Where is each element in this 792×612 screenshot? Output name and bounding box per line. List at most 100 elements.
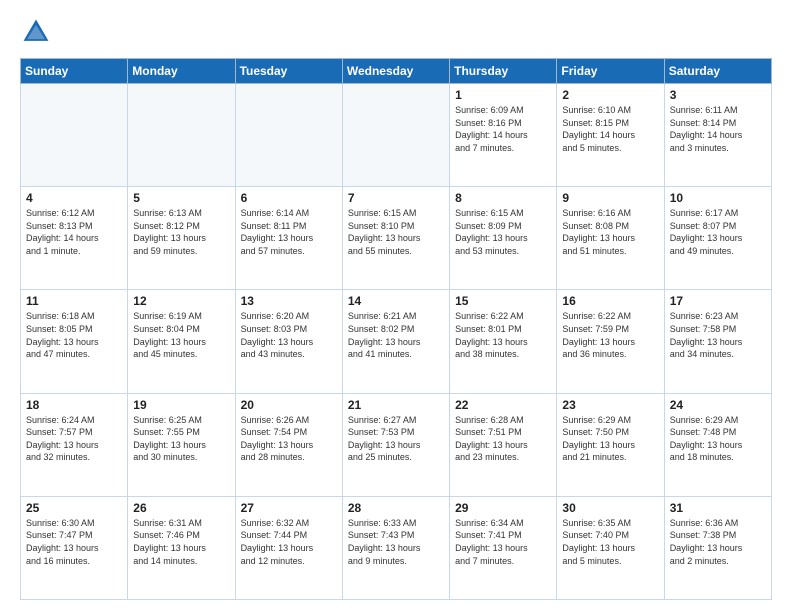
calendar-cell: 18 Sunrise: 6:24 AMSunset: 7:57 PMDayligh… (21, 393, 128, 496)
calendar-week-2: 4 Sunrise: 6:12 AMSunset: 8:13 PMDaylight… (21, 187, 772, 290)
day-detail: Sunrise: 6:25 AMSunset: 7:55 PMDaylight:… (133, 414, 229, 464)
calendar-cell: 8 Sunrise: 6:15 AMSunset: 8:09 PMDaylight… (450, 187, 557, 290)
day-number: 8 (455, 191, 551, 205)
calendar-col-sunday: Sunday (21, 59, 128, 84)
calendar-cell: 13 Sunrise: 6:20 AMSunset: 8:03 PMDayligh… (235, 290, 342, 393)
day-detail: Sunrise: 6:28 AMSunset: 7:51 PMDaylight:… (455, 414, 551, 464)
calendar-table: SundayMondayTuesdayWednesdayThursdayFrid… (20, 58, 772, 600)
day-detail: Sunrise: 6:22 AMSunset: 8:01 PMDaylight:… (455, 310, 551, 360)
day-detail: Sunrise: 6:30 AMSunset: 7:47 PMDaylight:… (26, 517, 122, 567)
calendar-cell: 17Sunrise: 6:23 AMSunset: 7:58 PMDayligh… (664, 290, 771, 393)
day-detail: Sunrise: 6:29 AMSunset: 7:50 PMDaylight:… (562, 414, 658, 464)
calendar-col-friday: Friday (557, 59, 664, 84)
calendar-cell: 14 Sunrise: 6:21 AMSunset: 8:02 PMDayligh… (342, 290, 449, 393)
day-number: 14 (348, 294, 444, 308)
day-number: 28 (348, 501, 444, 515)
day-detail: Sunrise: 6:17 AMSunset: 8:07 PMDaylight:… (670, 207, 766, 257)
day-number: 17 (670, 294, 766, 308)
day-number: 29 (455, 501, 551, 515)
calendar-cell: 12 Sunrise: 6:19 AMSunset: 8:04 PMDayligh… (128, 290, 235, 393)
day-detail: Sunrise: 6:21 AMSunset: 8:02 PMDaylight:… (348, 310, 444, 360)
day-detail: Sunrise: 6:20 AMSunset: 8:03 PMDaylight:… (241, 310, 337, 360)
day-number: 20 (241, 398, 337, 412)
day-number: 19 (133, 398, 229, 412)
day-detail: Sunrise: 6:22 AMSunset: 7:59 PMDaylight:… (562, 310, 658, 360)
calendar-week-1: 1 Sunrise: 6:09 AMSunset: 8:16 PMDaylight… (21, 84, 772, 187)
day-detail: Sunrise: 6:14 AMSunset: 8:11 PMDaylight:… (241, 207, 337, 257)
day-detail: Sunrise: 6:10 AMSunset: 8:15 PMDaylight:… (562, 104, 658, 154)
day-number: 7 (348, 191, 444, 205)
calendar-cell (128, 84, 235, 187)
day-detail: Sunrise: 6:33 AMSunset: 7:43 PMDaylight:… (348, 517, 444, 567)
calendar-cell: 22 Sunrise: 6:28 AMSunset: 7:51 PMDayligh… (450, 393, 557, 496)
calendar-cell: 27Sunrise: 6:32 AMSunset: 7:44 PMDayligh… (235, 496, 342, 599)
day-detail: Sunrise: 6:13 AMSunset: 8:12 PMDaylight:… (133, 207, 229, 257)
calendar-cell (21, 84, 128, 187)
day-number: 5 (133, 191, 229, 205)
day-detail: Sunrise: 6:27 AMSunset: 7:53 PMDaylight:… (348, 414, 444, 464)
calendar-col-monday: Monday (128, 59, 235, 84)
day-number: 10 (670, 191, 766, 205)
day-detail: Sunrise: 6:12 AMSunset: 8:13 PMDaylight:… (26, 207, 122, 257)
calendar-header-row: SundayMondayTuesdayWednesdayThursdayFrid… (21, 59, 772, 84)
day-number: 18 (26, 398, 122, 412)
calendar-cell: 31Sunrise: 6:36 AMSunset: 7:38 PMDayligh… (664, 496, 771, 599)
calendar-cell: 15Sunrise: 6:22 AMSunset: 8:01 PMDayligh… (450, 290, 557, 393)
calendar-cell (235, 84, 342, 187)
day-number: 16 (562, 294, 658, 308)
day-number: 4 (26, 191, 122, 205)
day-detail: Sunrise: 6:29 AMSunset: 7:48 PMDaylight:… (670, 414, 766, 464)
page: SundayMondayTuesdayWednesdayThursdayFrid… (0, 0, 792, 612)
calendar-cell: 21 Sunrise: 6:27 AMSunset: 7:53 PMDayligh… (342, 393, 449, 496)
day-number: 21 (348, 398, 444, 412)
logo (20, 16, 58, 48)
day-number: 11 (26, 294, 122, 308)
calendar-cell: 29 Sunrise: 6:34 AMSunset: 7:41 PMDayligh… (450, 496, 557, 599)
calendar-col-thursday: Thursday (450, 59, 557, 84)
day-number: 6 (241, 191, 337, 205)
calendar-cell: 28 Sunrise: 6:33 AMSunset: 7:43 PMDayligh… (342, 496, 449, 599)
day-detail: Sunrise: 6:24 AMSunset: 7:57 PMDaylight:… (26, 414, 122, 464)
calendar-cell: 4 Sunrise: 6:12 AMSunset: 8:13 PMDaylight… (21, 187, 128, 290)
day-detail: Sunrise: 6:34 AMSunset: 7:41 PMDaylight:… (455, 517, 551, 567)
calendar-cell: 9Sunrise: 6:16 AMSunset: 8:08 PMDaylight… (557, 187, 664, 290)
day-detail: Sunrise: 6:19 AMSunset: 8:04 PMDaylight:… (133, 310, 229, 360)
calendar-col-saturday: Saturday (664, 59, 771, 84)
day-detail: Sunrise: 6:31 AMSunset: 7:46 PMDaylight:… (133, 517, 229, 567)
day-detail: Sunrise: 6:09 AMSunset: 8:16 PMDaylight:… (455, 104, 551, 154)
calendar-week-3: 11Sunrise: 6:18 AMSunset: 8:05 PMDayligh… (21, 290, 772, 393)
day-detail: Sunrise: 6:11 AMSunset: 8:14 PMDaylight:… (670, 104, 766, 154)
calendar-week-4: 18 Sunrise: 6:24 AMSunset: 7:57 PMDayligh… (21, 393, 772, 496)
day-number: 1 (455, 88, 551, 102)
calendar-col-wednesday: Wednesday (342, 59, 449, 84)
day-number: 2 (562, 88, 658, 102)
calendar-cell: 10 Sunrise: 6:17 AMSunset: 8:07 PMDayligh… (664, 187, 771, 290)
day-number: 13 (241, 294, 337, 308)
day-detail: Sunrise: 6:26 AMSunset: 7:54 PMDaylight:… (241, 414, 337, 464)
calendar-cell: 5 Sunrise: 6:13 AMSunset: 8:12 PMDaylight… (128, 187, 235, 290)
calendar-cell: 3 Sunrise: 6:11 AMSunset: 8:14 PMDaylight… (664, 84, 771, 187)
day-detail: Sunrise: 6:15 AMSunset: 8:10 PMDaylight:… (348, 207, 444, 257)
logo-icon (20, 16, 52, 48)
calendar-cell: 25 Sunrise: 6:30 AMSunset: 7:47 PMDayligh… (21, 496, 128, 599)
day-detail: Sunrise: 6:15 AMSunset: 8:09 PMDaylight:… (455, 207, 551, 257)
calendar-cell: 11Sunrise: 6:18 AMSunset: 8:05 PMDayligh… (21, 290, 128, 393)
calendar-cell: 24Sunrise: 6:29 AMSunset: 7:48 PMDayligh… (664, 393, 771, 496)
calendar-cell: 23 Sunrise: 6:29 AMSunset: 7:50 PMDayligh… (557, 393, 664, 496)
day-number: 22 (455, 398, 551, 412)
day-number: 12 (133, 294, 229, 308)
day-number: 27 (241, 501, 337, 515)
calendar-cell: 20 Sunrise: 6:26 AMSunset: 7:54 PMDayligh… (235, 393, 342, 496)
header (20, 16, 772, 48)
day-number: 3 (670, 88, 766, 102)
day-number: 25 (26, 501, 122, 515)
day-number: 9 (562, 191, 658, 205)
calendar-col-tuesday: Tuesday (235, 59, 342, 84)
day-number: 30 (562, 501, 658, 515)
day-number: 23 (562, 398, 658, 412)
day-number: 26 (133, 501, 229, 515)
calendar-cell: 19 Sunrise: 6:25 AMSunset: 7:55 PMDayligh… (128, 393, 235, 496)
calendar-cell: 16 Sunrise: 6:22 AMSunset: 7:59 PMDayligh… (557, 290, 664, 393)
calendar-cell: 1 Sunrise: 6:09 AMSunset: 8:16 PMDaylight… (450, 84, 557, 187)
calendar-week-5: 25 Sunrise: 6:30 AMSunset: 7:47 PMDayligh… (21, 496, 772, 599)
